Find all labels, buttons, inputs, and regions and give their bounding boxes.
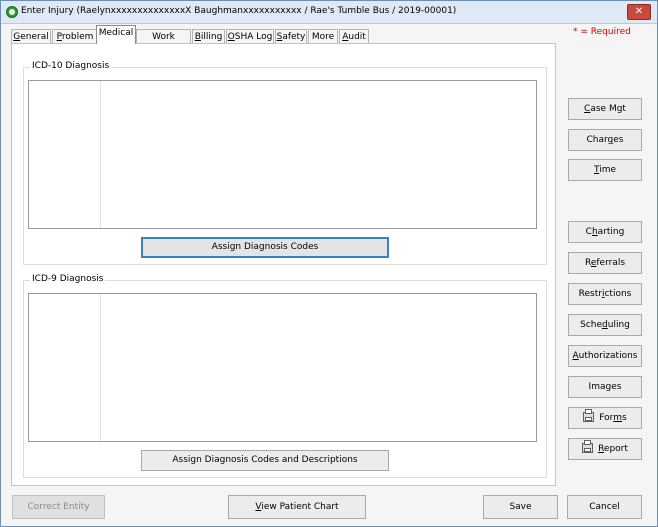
icd9-list[interactable] — [28, 293, 537, 442]
tab-more[interactable]: More — [308, 29, 338, 44]
tab-work-status[interactable]: Work Status — [136, 29, 191, 56]
printer-icon — [582, 439, 594, 453]
scheduling-button[interactable]: Scheduling — [568, 314, 642, 336]
icd9-label: ICD-9 Diagnosis — [30, 274, 106, 284]
assign-diagnosis-codes-button[interactable]: Assign Diagnosis Codes — [141, 237, 389, 258]
images-button[interactable]: Images — [568, 376, 642, 398]
app-icon — [6, 6, 18, 18]
correct-entity-button[interactable]: Correct Entity — [12, 495, 105, 519]
assign-diagnosis-codes-descriptions-button[interactable]: Assign Diagnosis Codes and Descriptions — [141, 450, 389, 471]
icd10-label: ICD-10 Diagnosis — [30, 61, 112, 71]
restrictions-button[interactable]: Restrictions — [568, 283, 642, 305]
tab-audit[interactable]: Audit — [339, 29, 369, 44]
charges-button[interactable]: Charges — [568, 129, 642, 151]
tab-general[interactable]: General — [11, 29, 51, 44]
save-button[interactable]: Save — [483, 495, 558, 519]
report-button[interactable]: Report — [568, 438, 642, 460]
close-icon: ✕ — [634, 6, 644, 17]
tab-osha-log[interactable]: OSHA Log — [226, 29, 274, 44]
window-title: Enter Injury (RaelynxxxxxxxxxxxxxxX Baug… — [21, 6, 457, 16]
tab-problem[interactable]: Problem — [52, 29, 98, 44]
printer-icon — [583, 408, 595, 422]
column-divider — [100, 81, 101, 228]
icd10-group: ICD-10 Diagnosis Assign Diagnosis Codes — [23, 61, 547, 265]
icd9-group: ICD-9 Diagnosis Assign Diagnosis Codes a… — [23, 274, 547, 478]
required-note: * = Required — [573, 27, 631, 37]
icd10-list[interactable] — [28, 80, 537, 229]
tab-safety[interactable]: Safety — [275, 29, 307, 44]
tab-medical[interactable]: Medical — [96, 25, 136, 44]
tab-billing[interactable]: Billing — [192, 29, 225, 44]
charting-button[interactable]: Charting — [568, 221, 642, 243]
time-button[interactable]: Time — [568, 159, 642, 181]
title-bar: Enter Injury (RaelynxxxxxxxxxxxxxxX Baug… — [1, 1, 657, 24]
column-divider — [100, 294, 101, 441]
authorizations-button[interactable]: Authorizations — [568, 345, 642, 367]
close-button[interactable]: ✕ — [627, 4, 651, 20]
injury-window: Enter Injury (RaelynxxxxxxxxxxxxxxX Baug… — [0, 0, 658, 527]
cancel-button[interactable]: Cancel — [567, 495, 642, 519]
forms-button[interactable]: Forms — [568, 407, 642, 429]
medical-tab-panel: ICD-10 Diagnosis Assign Diagnosis Codes … — [11, 43, 556, 486]
case-mgt-button[interactable]: Case Mgt — [568, 98, 642, 120]
view-patient-chart-button[interactable]: View Patient Chart — [228, 495, 366, 519]
referrals-button[interactable]: Referrals — [568, 252, 642, 274]
